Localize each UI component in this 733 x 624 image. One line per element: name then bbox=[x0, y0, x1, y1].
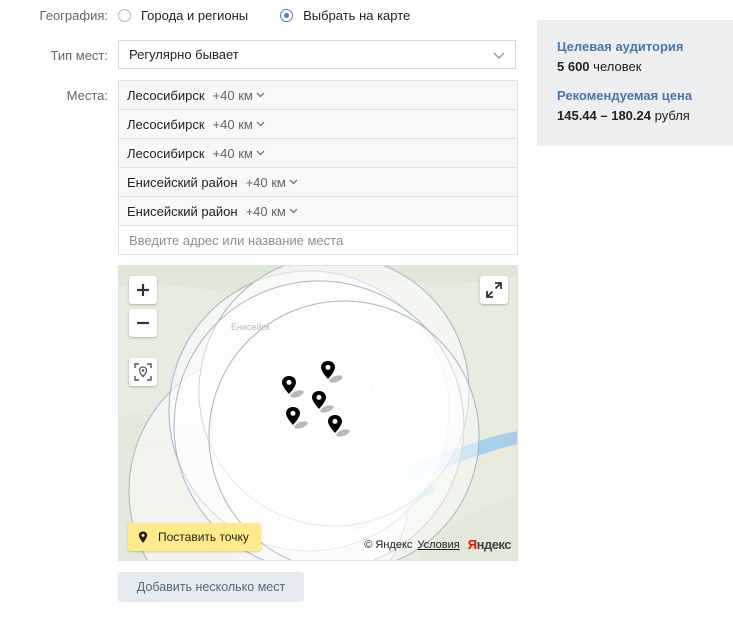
chevron-down-icon bbox=[289, 208, 298, 214]
locate-icon bbox=[134, 363, 152, 381]
radio-label: Выбрать на карте bbox=[303, 8, 411, 23]
place-type-label: Тип мест: bbox=[50, 48, 108, 63]
radius-value: +40 км bbox=[245, 174, 286, 190]
svg-text:Енисейск: Енисейск bbox=[231, 322, 270, 332]
place-point-button[interactable]: Поставить точку bbox=[128, 523, 261, 551]
price-range: 145.44 – 180.24 bbox=[557, 108, 651, 123]
place-item[interactable]: Лесосибирск +40 км bbox=[118, 109, 518, 138]
place-item[interactable]: Лесосибирск +40 км bbox=[118, 80, 518, 109]
chevron-down-icon bbox=[256, 92, 265, 98]
radio-circle[interactable] bbox=[118, 9, 131, 22]
zoom-in-button[interactable] bbox=[129, 276, 157, 304]
place-name: Енисейский район bbox=[127, 174, 238, 190]
audience-panel: Целевая аудитория 5 600 человек Рекоменд… bbox=[537, 20, 733, 146]
map-pin-icon[interactable] bbox=[326, 414, 356, 440]
radius-value: +40 км bbox=[212, 145, 253, 161]
place-point-label: Поставить точку bbox=[158, 530, 249, 544]
place-name: Лесосибирск bbox=[127, 145, 205, 161]
zoom-out-button[interactable] bbox=[129, 309, 157, 337]
place-item[interactable]: Лесосибирск +40 км bbox=[118, 138, 518, 167]
radius-value: +40 км bbox=[245, 203, 286, 219]
plus-icon bbox=[137, 284, 149, 296]
audience-count-line: 5 600 человек bbox=[557, 59, 713, 74]
places-label: Места: bbox=[66, 88, 108, 103]
chevron-down-icon bbox=[289, 179, 298, 185]
place-search-input[interactable] bbox=[127, 231, 511, 249]
place-item[interactable]: Енисейский район +40 км bbox=[118, 167, 518, 196]
radius-dropdown[interactable]: +40 км bbox=[246, 175, 298, 190]
yandex-logo-letter: Я bbox=[467, 537, 477, 552]
chevron-down-icon bbox=[256, 150, 265, 156]
audience-count: 5 600 bbox=[557, 59, 590, 74]
map[interactable]: Енисейск Поставить точку © Яндекс Услови… bbox=[118, 265, 518, 561]
place-item[interactable]: Енисейский район +40 км bbox=[118, 196, 518, 225]
yandex-logo-rest: ндекс bbox=[476, 537, 512, 552]
radio-choose-on-map[interactable]: Выбрать на карте bbox=[280, 8, 410, 23]
price-unit: рубля bbox=[654, 108, 690, 123]
radius-dropdown[interactable]: +40 км bbox=[246, 204, 298, 219]
places-list: Лесосибирск +40 км Лесосибирск +40 км Ле… bbox=[118, 80, 518, 255]
locate-button[interactable] bbox=[129, 358, 157, 386]
price-line: 145.44 – 180.24 рубля bbox=[557, 108, 713, 123]
expand-icon bbox=[486, 282, 502, 298]
audience-title: Целевая аудитория bbox=[557, 39, 684, 54]
radius-value: +40 км bbox=[212, 87, 253, 103]
place-type-select[interactable]: Регулярно бывает bbox=[118, 40, 516, 69]
geography-radio-group: Города и регионы Выбрать на карте bbox=[118, 8, 442, 23]
terms-link[interactable]: Условия bbox=[417, 539, 459, 551]
radio-cities-regions[interactable]: Города и регионы bbox=[118, 8, 248, 23]
add-several-places-button[interactable]: Добавить несколько мест bbox=[118, 572, 304, 602]
place-type-value: Регулярно бывает bbox=[129, 47, 239, 62]
place-name: Лесосибирск bbox=[127, 87, 205, 103]
radius-dropdown[interactable]: +40 км bbox=[213, 88, 265, 103]
geography-label: География: bbox=[39, 8, 108, 23]
yandex-logo: Яндекс bbox=[467, 537, 512, 552]
map-copyright: © Яндекс Условия Яндекс bbox=[364, 537, 511, 552]
audience-unit: человек bbox=[593, 59, 642, 74]
place-name: Енисейский район bbox=[127, 203, 238, 219]
map-pin-icon[interactable] bbox=[280, 375, 310, 401]
radius-dropdown[interactable]: +40 км bbox=[213, 117, 265, 132]
radio-label: Города и регионы bbox=[141, 8, 249, 23]
radius-value: +40 км bbox=[212, 116, 253, 132]
fullscreen-button[interactable] bbox=[480, 276, 508, 304]
chevron-down-icon bbox=[256, 121, 265, 127]
minus-icon bbox=[137, 321, 149, 325]
map-pin-icon[interactable] bbox=[284, 406, 314, 432]
map-pin-icon bbox=[138, 531, 148, 543]
place-search-field[interactable] bbox=[118, 225, 518, 255]
map-pin-icon[interactable] bbox=[319, 360, 349, 386]
radio-circle-selected[interactable] bbox=[280, 9, 294, 22]
radius-dropdown[interactable]: +40 км bbox=[213, 146, 265, 161]
map-pin-icon[interactable] bbox=[310, 390, 340, 416]
price-title: Рекомендуемая цена bbox=[557, 88, 693, 103]
place-name: Лесосибирск bbox=[127, 116, 205, 132]
copyright-text: © Яндекс bbox=[364, 538, 413, 551]
chevron-down-icon bbox=[493, 49, 505, 64]
